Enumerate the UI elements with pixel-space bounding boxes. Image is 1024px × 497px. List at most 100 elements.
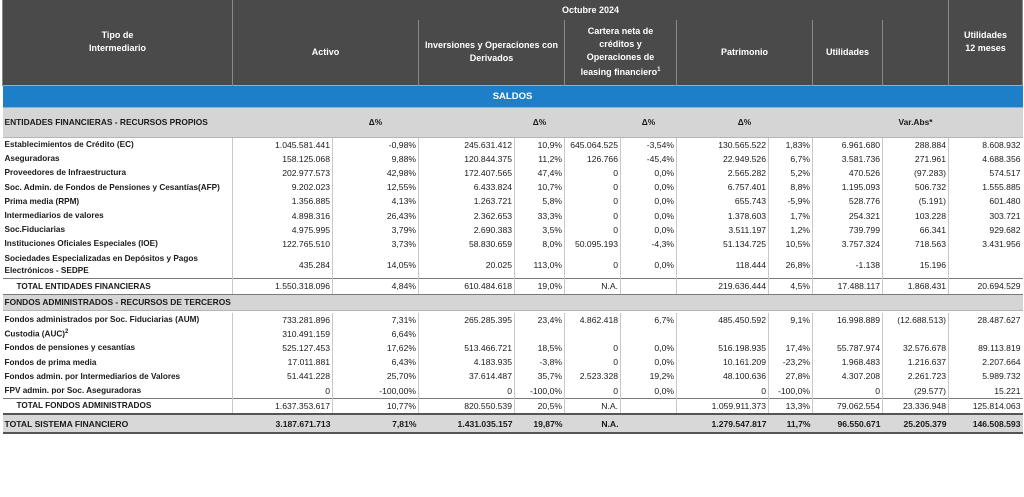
cell-d1: 3,73%	[332, 236, 419, 251]
cell-pat: 10.161.209	[676, 355, 769, 370]
row-label: Prima media (RPM)	[4, 196, 80, 206]
cell-d1: 7,31%	[332, 312, 419, 327]
cell-u12: 303.721	[948, 208, 1023, 223]
row-label: Custodia (AUC)2	[4, 328, 69, 339]
cell-var: (5.191)	[882, 194, 949, 209]
cell-var: (97.283)	[882, 165, 949, 181]
cell-util	[812, 326, 883, 341]
financial-report: Tipo de Intermediario Octubre 2024 Utilid…	[0, 0, 1024, 497]
cell-pat: 485.450.592	[676, 312, 769, 327]
total-row-entidades: TOTAL ENTIDADES FINANCIERAS 1.550.318.09…	[2, 278, 1023, 295]
cell-d4: -23,2%	[768, 355, 813, 370]
cell-d2: 23,4%	[514, 312, 565, 327]
table-row: Establecimientos de Crédito (EC) 1.045.58…	[3, 137, 1023, 152]
cell-d2: 18,5%	[514, 340, 565, 356]
table-row: Custodia (AUC)2 310.491.159 6,64%	[3, 326, 1023, 341]
cell-d4: 9,1%	[768, 312, 813, 327]
cell-inv: 37.614.487	[418, 369, 515, 384]
table-row: Fondos de prima media 17.011.881 6,43% 4.18…	[3, 355, 1023, 370]
cell-d4: 1,83%	[768, 137, 813, 152]
cell-d2: 5,8%	[514, 194, 565, 209]
cell-d2	[514, 326, 565, 341]
cell-pat: 3.511.197	[676, 222, 769, 237]
cell-u12: 601.480	[948, 194, 1023, 209]
cell-d3: 0,0%	[620, 165, 677, 181]
cell-d4: 6,7%	[768, 151, 813, 166]
cell-d3: 0,0%	[620, 180, 677, 195]
cell-activo: 1.356.885	[232, 194, 333, 209]
cell-pat: 1.378.603	[676, 208, 769, 223]
header-utilidades: Utilidades	[812, 20, 883, 85]
row-label: Soc. Admin. de Fondos de Pensiones y Ces…	[4, 182, 220, 192]
cell-cart: 0	[564, 180, 621, 195]
cell-activo: 4.975.995	[232, 222, 333, 237]
cell-u12: 1.555.885	[948, 180, 1023, 195]
cell-inv: 58.830.659	[418, 236, 515, 251]
cell-d2: 33,3%	[514, 208, 565, 223]
cell-d3: 0,0%	[620, 222, 677, 237]
total-row-sistema: TOTAL SISTEMA FINANCIERO 3.187.671.713 7…	[2, 413, 1023, 435]
cell-d4: 27,8%	[768, 369, 813, 384]
cell-u12: 89.113.819	[948, 340, 1023, 356]
cell-d1: 12,55%	[332, 180, 419, 195]
cell-u12: 28.487.627	[948, 312, 1023, 327]
header-patrimonio: Patrimonio	[676, 20, 813, 85]
row-label: Intermediarios de valores	[4, 211, 104, 221]
cell-util: 3.581.736	[812, 151, 883, 166]
row-label: Sociedades Especializadas en Depósitos y…	[4, 253, 198, 275]
table-row: Instituciones Oficiales Especiales (IOE)…	[3, 236, 1023, 251]
var-abs-header: Var.Abs*	[882, 106, 949, 138]
cell-pat: 130.565.522	[676, 137, 769, 152]
header-inversiones: Inversiones y Operaciones con Derivados	[418, 20, 565, 85]
cell-activo: 202.977.573	[232, 165, 333, 181]
cell-d1: 17,62%	[332, 340, 419, 356]
cell-d1: 3,79%	[332, 222, 419, 237]
cell-cart: 0	[564, 355, 621, 370]
cell-util: 0	[812, 383, 883, 399]
cell-cart: 0	[564, 165, 621, 181]
cell-inv: 6.433.824	[418, 180, 515, 195]
cell-d4: -5,9%	[768, 194, 813, 209]
cell-d4: 1,2%	[768, 222, 813, 237]
cell-var: (12.688.513)	[882, 312, 949, 327]
total-row-fondos: TOTAL FONDOS ADMINISTRADOS 1.637.353.617…	[2, 397, 1023, 415]
cell-d1: 25,70%	[332, 369, 419, 384]
cell-d3: 0,0%	[620, 208, 677, 223]
row-label: Fondos de prima media	[4, 357, 97, 367]
cell-pat: 2.565.282	[676, 165, 769, 181]
cell-d4: 1,7%	[768, 208, 813, 223]
cell-d3: -45,4%	[620, 151, 677, 166]
cell-cart: 0	[564, 208, 621, 223]
header-utilidades-12: Utilidades 12 meses	[948, 0, 1023, 85]
cell-u12: 4.688.356	[948, 151, 1023, 166]
cell-pat: 48.100.636	[676, 369, 769, 384]
cell-activo: 733.281.896	[232, 312, 333, 327]
cell-cart	[564, 326, 621, 341]
cell-cart: 2.523.328	[564, 369, 621, 384]
cell-inv: 265.285.395	[418, 312, 515, 327]
cell-u12: 5.989.732	[948, 369, 1023, 384]
cell-activo: 51.441.228	[232, 369, 333, 384]
cell-inv: 513.466.721	[418, 340, 515, 356]
delta-header: Δ%	[676, 106, 813, 138]
delta-header: Δ%	[620, 106, 677, 138]
cell-activo: 1.045.581.441	[232, 137, 333, 152]
header-activo: Activo	[232, 20, 419, 85]
cell-d1: 6,64%	[332, 326, 419, 341]
cell-d3	[620, 326, 677, 341]
cell-activo: 4.898.316	[232, 208, 333, 223]
cell-util: 739.799	[812, 222, 883, 237]
cell-d1: 9,88%	[332, 151, 419, 166]
cell-util: 55.787.974	[812, 340, 883, 356]
cell-u12: 574.517	[948, 165, 1023, 181]
cell-d1: -0,98%	[332, 137, 419, 152]
cell-pat: 0	[676, 383, 769, 399]
table-row: Fondos de pensiones y cesantías 525.127.4…	[3, 340, 1023, 356]
cell-var: 66.341	[882, 222, 949, 237]
cell-d1: -100,00%	[332, 383, 419, 399]
cell-var: 103.228	[882, 208, 949, 223]
cell-d4: 17,4%	[768, 340, 813, 356]
cell-util: 1.968.483	[812, 355, 883, 370]
cell-d2: 47,4%	[514, 165, 565, 181]
cell-activo: 122.765.510	[232, 236, 333, 251]
